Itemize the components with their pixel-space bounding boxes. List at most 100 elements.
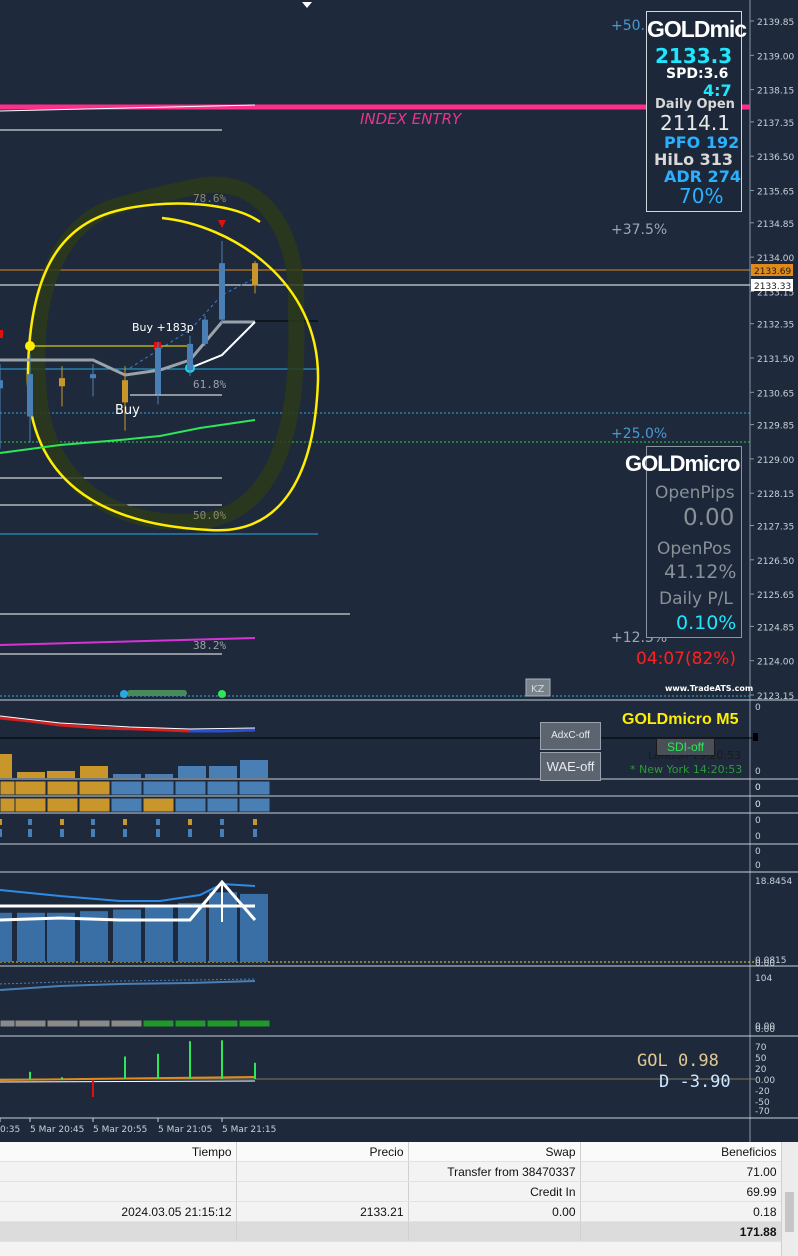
bid-price-tag: 2133.33 xyxy=(754,282,791,292)
indicator-7-cell xyxy=(78,1019,111,1028)
level-label-37-5: +37.5% xyxy=(611,222,667,238)
candle-body xyxy=(0,380,3,389)
indicator-axis-label: 70 xyxy=(755,1043,767,1053)
sdi-button[interactable]: SDI-off xyxy=(656,738,715,756)
strip-cell xyxy=(110,797,143,813)
indicator-7-cell xyxy=(174,1019,207,1028)
indicator-4-dot xyxy=(91,829,95,837)
fib-label-38-2: 38.2% xyxy=(193,639,226,652)
stats-daily-pl-label: Daily P/L xyxy=(659,589,733,609)
vertical-scrollbar[interactable] xyxy=(781,1142,798,1256)
watermark: www.TradeATS.com xyxy=(665,684,753,693)
strip-cell xyxy=(14,797,47,813)
indicator-6-bar xyxy=(113,909,141,962)
price-tick-label: 2132.35 xyxy=(757,321,794,331)
adxc-button[interactable]: AdxC-off xyxy=(540,722,601,750)
strip-cell xyxy=(174,780,207,796)
price-tick-label: 2137.35 xyxy=(757,119,794,129)
indicator-4-dot xyxy=(91,819,95,825)
indicator-4-dot xyxy=(188,819,192,825)
indicator-7-cell xyxy=(46,1019,79,1028)
indicator-axis-label: 0.00 xyxy=(755,959,775,969)
table-row[interactable]: Transfer from 38470337 71.00 xyxy=(0,1161,782,1182)
price-tick-label: 2125.65 xyxy=(757,591,794,601)
price-tick-label: 2129.85 xyxy=(757,422,794,432)
price-tick-label: 2124.85 xyxy=(757,623,794,633)
candle-body xyxy=(122,380,128,403)
info-daily-open-label: Daily Open xyxy=(655,97,735,112)
indicator-6-bar xyxy=(145,907,173,962)
table-row[interactable]: 2024.03.05 21:15:12 2133.21 0.00 0.18 xyxy=(0,1201,782,1222)
cell-swap: 0.00 xyxy=(408,1201,581,1222)
strip-cell xyxy=(206,780,239,796)
indicator-axis-label: 0 xyxy=(755,767,761,777)
column-header-swap[interactable]: Swap xyxy=(408,1142,581,1162)
info-pct: 70% xyxy=(679,184,724,208)
indicator-axis-label: 0 xyxy=(755,703,761,713)
indicator-pane-4 xyxy=(0,819,257,837)
cell-beneficios: 69.99 xyxy=(580,1181,782,1202)
ask-price-tag: 2133.69 xyxy=(754,267,791,277)
index-entry-label: INDEX ENTRY xyxy=(360,110,463,128)
scrollbar-thumb[interactable] xyxy=(785,1192,794,1232)
price-tick-label: 2139.85 xyxy=(757,18,794,28)
indicator-axis-label: 0 xyxy=(755,783,761,793)
indicator-6-bar xyxy=(240,893,268,962)
indicator-1-bar xyxy=(113,774,141,778)
total-row: 171.88 xyxy=(0,1221,782,1242)
stats-open-pos-label: OpenPos xyxy=(657,539,732,559)
indicator-4-dot xyxy=(156,829,160,837)
candle-body xyxy=(187,343,193,371)
indicator-1-bar xyxy=(0,754,12,778)
indicator-6-bars xyxy=(0,892,268,962)
candle-body xyxy=(202,319,208,344)
indicator-4-dot xyxy=(60,819,64,825)
cell-precio xyxy=(236,1161,409,1182)
info-spread: SPD:3.6 xyxy=(666,66,729,82)
indicator-axis-label: 50 xyxy=(755,1054,767,1064)
strip-cell xyxy=(238,797,271,813)
main-pane: 78.6% 61.8% 50.0% 38.2% +50.0% +37.5% +2… xyxy=(0,18,753,698)
indicator-7-cell xyxy=(142,1019,175,1028)
indicator-pane-7 xyxy=(0,978,256,991)
fib-label-61-8: 61.8% xyxy=(193,378,226,391)
account-history-table[interactable]: Tiempo Precio Swap Beneficios Transfer f… xyxy=(0,1142,798,1256)
indicator-axis-label: 0.00 xyxy=(755,1025,775,1035)
indicator-axis-label: 20 xyxy=(755,1065,767,1075)
indicator-1-bar xyxy=(209,766,237,778)
total-value: 171.88 xyxy=(580,1221,782,1242)
info-symbol: GOLDmic xyxy=(647,16,747,42)
indicator-6-bar xyxy=(47,912,75,962)
kz-badge[interactable]: KZ xyxy=(531,684,545,695)
indicator-4-dot xyxy=(253,819,257,825)
indicator-4-dot xyxy=(28,819,32,825)
cell-precio: 2133.21 xyxy=(236,1201,409,1222)
indicator-axis-label: 18.8454 xyxy=(755,877,792,887)
indicator-4-dot xyxy=(123,829,127,837)
symbol-title: GOLDmicro M5 xyxy=(622,711,739,728)
cell-tiempo: 2024.03.05 21:15:12 xyxy=(0,1201,237,1222)
time-axis: 0:35 5 Mar 20:45 5 Mar 20:55 5 Mar 21:05 5 M… xyxy=(0,1118,276,1135)
price-tick-label: 2127.35 xyxy=(757,522,794,532)
indicator-4-dot xyxy=(0,819,2,825)
indicator-6-bar xyxy=(178,902,206,962)
column-header-tiempo[interactable]: Tiempo xyxy=(0,1142,237,1162)
indicator-4-dot xyxy=(0,829,2,837)
price-tick-label: 2138.15 xyxy=(757,87,794,97)
indicator-axis-label: 0 xyxy=(755,816,761,826)
price-tick-label: 2130.65 xyxy=(757,389,794,399)
indicator-1-bar xyxy=(80,766,108,778)
table-row[interactable]: Credit In 69.99 xyxy=(0,1181,782,1202)
column-header-beneficios[interactable]: Beneficios xyxy=(580,1142,782,1162)
indicator-4-dot xyxy=(253,829,257,837)
fib-label-50-0: 50.0% xyxy=(193,509,226,522)
price-tick-label: 2129.00 xyxy=(757,456,794,466)
cell-beneficios: 71.00 xyxy=(580,1161,782,1182)
wae-button[interactable]: WAE-off xyxy=(540,752,601,781)
indicator-axis-label: -20 xyxy=(755,1087,770,1097)
stats-open-pips-label: OpenPips xyxy=(655,483,735,503)
column-header-precio[interactable]: Precio xyxy=(236,1142,409,1162)
indicator-1-bar xyxy=(47,771,75,778)
candle-body xyxy=(59,378,65,387)
strip-cell xyxy=(14,780,47,796)
